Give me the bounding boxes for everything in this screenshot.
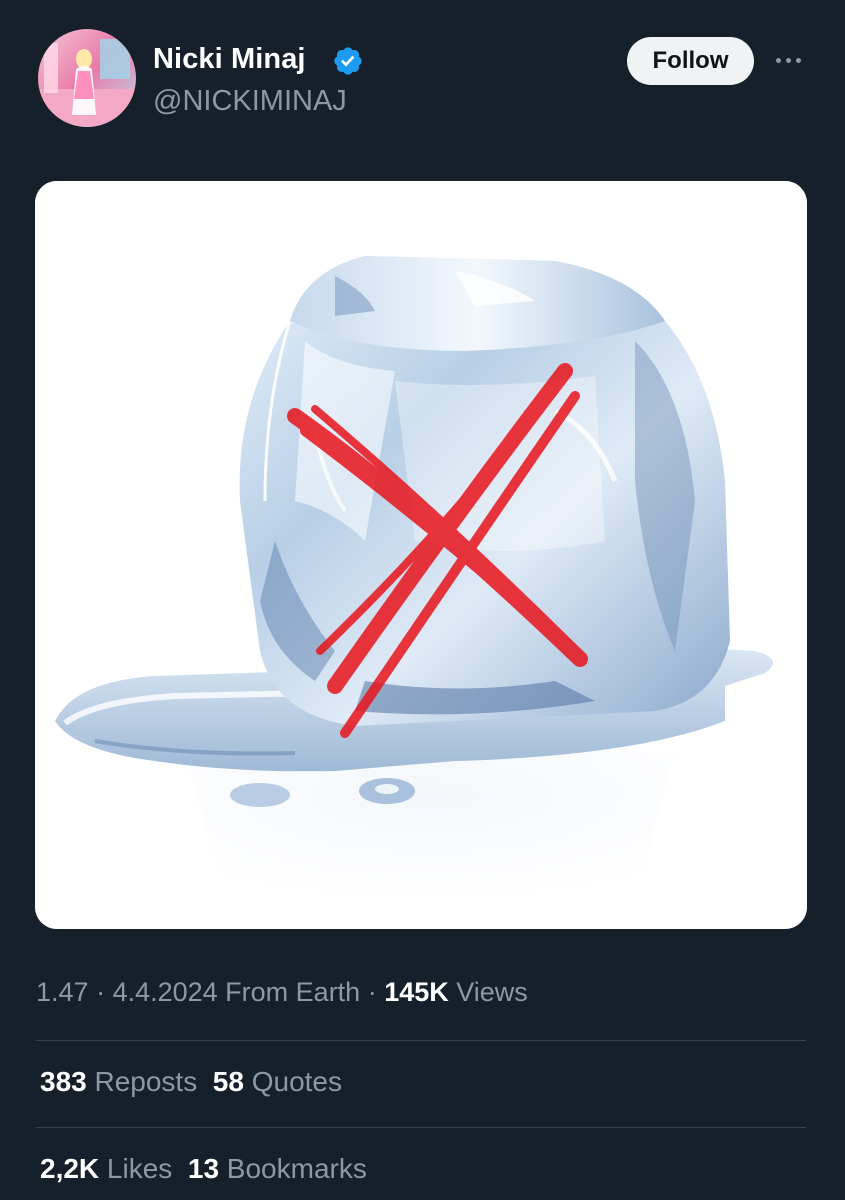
tweet-location: From Earth [217,977,361,1007]
quotes-stat[interactable]: 58 Quotes [213,1066,342,1097]
tweet-time[interactable]: 1.47 [36,977,89,1007]
stats-row-reposts-quotes: 383 Reposts 58 Quotes [40,1066,342,1098]
bookmarks-count: 13 [187,1153,220,1184]
separator: · [360,977,385,1007]
quotes-count: 58 [212,1066,244,1097]
tweet-date[interactable]: 4.4.2024 [113,977,218,1007]
separator: · [88,977,113,1007]
bookmarks-label: Bookmarks [219,1153,367,1184]
dot [785,57,791,63]
follow-button[interactable]: Follow [627,37,754,85]
quotes-label: Quotes [243,1066,342,1097]
avatar[interactable] [38,29,136,127]
more-options-icon[interactable] [770,46,806,74]
views-count[interactable]: 145K [384,977,449,1007]
views-label: Views [448,977,528,1007]
author-handle[interactable]: @NICKIMINAJ [153,85,347,118]
likes-label: Likes [99,1153,173,1184]
bookmarks-stat[interactable]: 13 Bookmarks [188,1153,367,1184]
likes-stat[interactable]: 2,2K Likes [40,1153,172,1184]
avatar-image [38,29,136,127]
divider [36,1127,806,1128]
divider [36,1040,806,1041]
verified-badge-icon [332,45,364,77]
reposts-stat[interactable]: 383 Reposts [40,1066,197,1097]
tweet-meta: 1.47 · 4.4.2024 From Earth · 145K Views [36,977,528,1008]
dot [775,57,781,63]
tweet-media-image[interactable] [35,181,807,929]
author-display-name[interactable]: Nicki Minaj [153,43,306,76]
ice-cube-crossed-out-icon [35,181,807,929]
dot [795,57,801,63]
stats-row-likes-bookmarks: 2,2K Likes 13 Bookmarks [40,1153,367,1185]
tweet-detail-page: Nicki Minaj @NICKIMINAJ Follow 1.47 · 4.… [0,0,845,1200]
likes-count: 2,2K [40,1153,100,1184]
reposts-label: Reposts [86,1066,198,1097]
reposts-count: 383 [40,1066,87,1097]
